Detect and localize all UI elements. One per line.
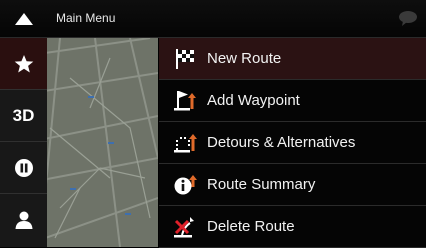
detour-icon xyxy=(172,130,198,156)
user-button[interactable] xyxy=(0,194,47,245)
3d-view-button[interactable]: 3D xyxy=(0,90,47,142)
menu-item-label: Add Waypoint xyxy=(207,92,300,109)
menu-item-route-summary[interactable]: Route Summary xyxy=(159,164,426,206)
add-waypoint-flag-icon xyxy=(172,88,198,114)
menu-item-label: Detours & Alternatives xyxy=(207,134,356,151)
user-icon xyxy=(15,211,32,229)
menu-item-delete-route[interactable]: Delete Route xyxy=(159,206,426,248)
menu-item-new-route[interactable]: New Route xyxy=(159,38,426,80)
menu-item-add-waypoint[interactable]: Add Waypoint xyxy=(159,80,426,122)
chat-bubble-icon[interactable] xyxy=(398,10,418,26)
menu-item-label: Route Summary xyxy=(207,176,316,193)
chevron-up-icon xyxy=(14,12,33,25)
checkered-flag-icon xyxy=(172,46,198,72)
back-button[interactable] xyxy=(0,0,47,37)
top-bar: Main Menu xyxy=(0,0,426,38)
info-icon xyxy=(172,172,198,198)
menu-item-detours[interactable]: Detours & Alternatives xyxy=(159,122,426,164)
route-menu: New Route Add Waypoint Detours & Alterna… xyxy=(159,38,426,248)
pause-icon xyxy=(14,158,33,177)
menu-item-label: Delete Route xyxy=(207,218,295,235)
delete-route-icon xyxy=(172,214,198,240)
page-title: Main Menu xyxy=(56,11,116,25)
star-icon xyxy=(14,54,33,72)
favorites-button[interactable] xyxy=(0,38,47,90)
menu-item-label: New Route xyxy=(207,50,282,67)
pause-button[interactable] xyxy=(0,142,47,194)
3d-label: 3D xyxy=(12,105,35,125)
side-toolbar: 3D xyxy=(0,38,47,247)
